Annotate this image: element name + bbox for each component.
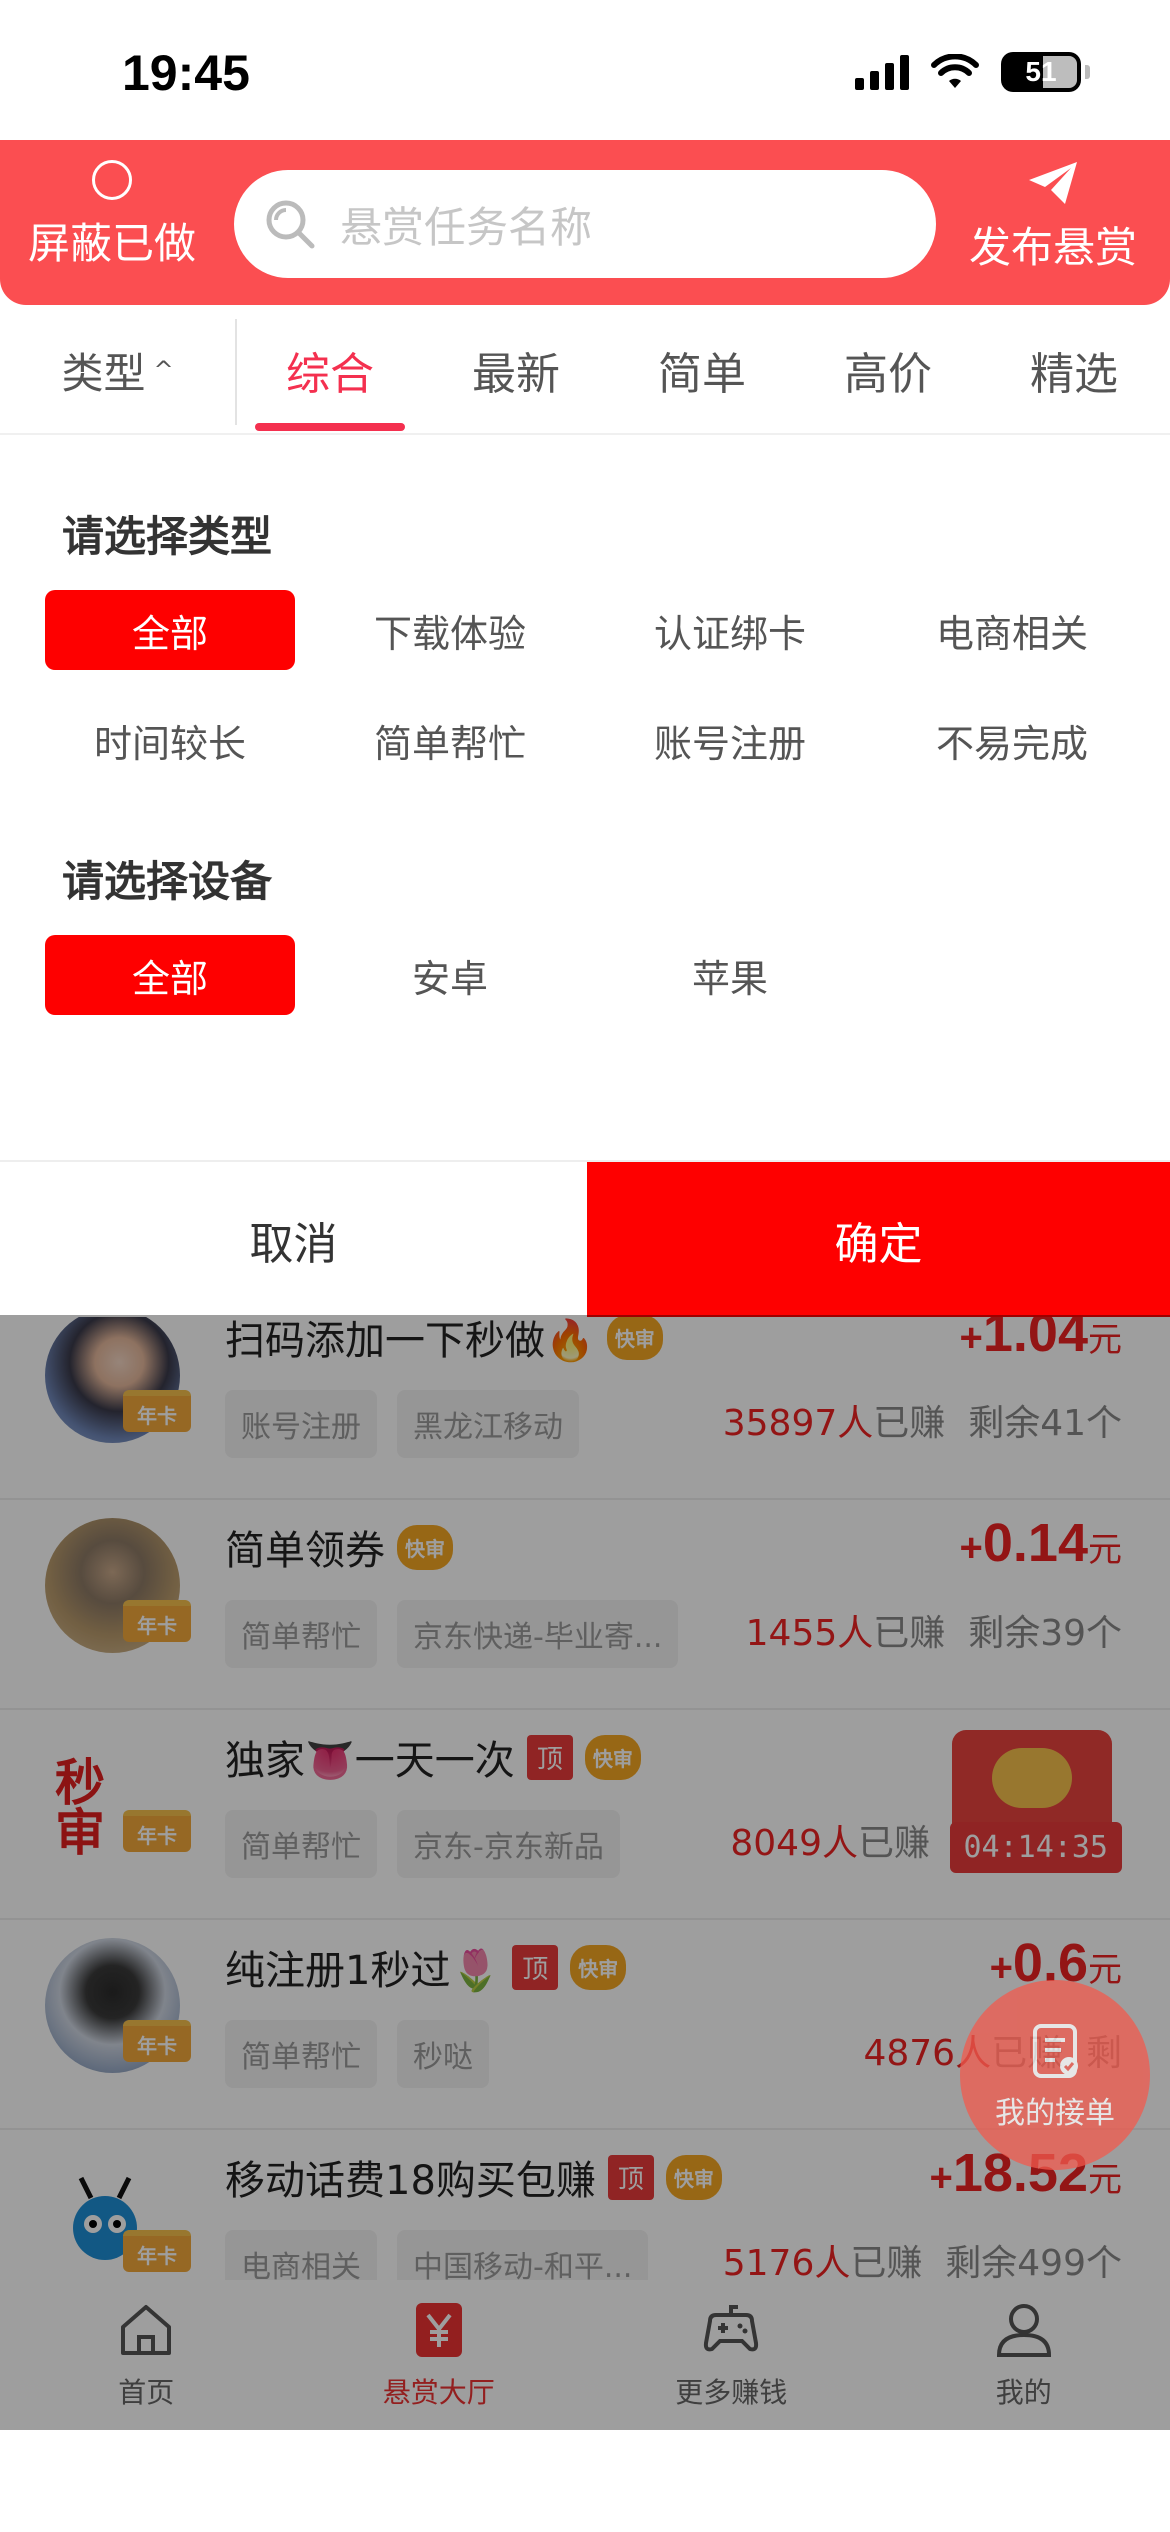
home-indicator-area — [0, 2430, 1170, 2532]
chevron-up-icon: ^ — [153, 356, 174, 384]
type-option-all[interactable]: 全部 — [45, 590, 295, 670]
status-icons: 51 — [855, 52, 1090, 92]
paper-plane-icon — [1029, 162, 1077, 204]
device-option-apple[interactable]: 苹果 — [605, 935, 855, 1015]
top-header: 屏蔽已做 悬赏任务名称 发布悬赏 — [0, 140, 1170, 305]
type-option-verify-card[interactable]: 认证绑卡 — [605, 590, 855, 670]
modal-overlay[interactable] — [0, 1315, 1170, 2430]
search-placeholder: 悬赏任务名称 — [340, 202, 593, 252]
device-option-all[interactable]: 全部 — [45, 935, 295, 1015]
type-option-long-time[interactable]: 时间较长 — [45, 700, 295, 780]
radio-circle-icon — [92, 160, 132, 200]
tab-featured[interactable]: 精选 — [999, 305, 1149, 435]
type-option-hard[interactable]: 不易完成 — [887, 700, 1137, 780]
signal-icon — [855, 54, 909, 90]
status-bar: 19:45 51 — [0, 0, 1170, 140]
battery-icon: 51 — [1001, 52, 1081, 92]
battery-level: 51 — [1025, 56, 1057, 87]
confirm-button[interactable]: 确定 — [587, 1162, 1170, 1317]
type-option-ecommerce[interactable]: 电商相关 — [887, 590, 1137, 670]
tab-comprehensive[interactable]: 综合 — [255, 305, 405, 435]
hide-done-label: 屏蔽已做 — [27, 219, 196, 268]
publish-reward-button[interactable]: 发布悬赏 — [958, 160, 1148, 285]
search-icon — [266, 200, 315, 249]
clipboard-icon — [1033, 2024, 1078, 2078]
type-filter-button[interactable]: 类型 ^ — [0, 305, 235, 435]
type-option-simple-help[interactable]: 简单帮忙 — [325, 700, 575, 780]
cancel-button[interactable]: 取消 — [0, 1162, 587, 1317]
tab-high-price[interactable]: 高价 — [813, 305, 963, 435]
active-tab-indicator — [255, 423, 405, 431]
hide-done-toggle[interactable]: 屏蔽已做 — [22, 160, 202, 285]
tab-divider — [235, 319, 237, 425]
my-orders-button[interactable]: 我的接单 — [960, 1980, 1150, 2170]
wifi-icon — [931, 54, 979, 88]
device-section-title: 请选择设备 — [62, 857, 273, 906]
my-orders-label: 我的接单 — [995, 2096, 1115, 2131]
filter-actions: 取消 确定 — [0, 1160, 1170, 1317]
type-section-title: 请选择类型 — [62, 512, 273, 561]
type-filter-label: 类型 — [61, 348, 146, 398]
sort-tabs: 类型 ^ 综合 最新 简单 高价 精选 — [0, 305, 1170, 435]
tab-latest[interactable]: 最新 — [441, 305, 591, 435]
search-input[interactable]: 悬赏任务名称 — [234, 170, 936, 278]
status-time: 19:45 — [122, 45, 250, 101]
type-option-account-register[interactable]: 账号注册 — [605, 700, 855, 780]
filter-panel: 请选择类型 全部 下载体验 认证绑卡 电商相关 时间较长 简单帮忙 账号注册 不… — [0, 435, 1170, 1160]
device-option-android[interactable]: 安卓 — [325, 935, 575, 1015]
type-option-download[interactable]: 下载体验 — [325, 590, 575, 670]
tab-simple[interactable]: 简单 — [627, 305, 777, 435]
publish-label: 发布悬赏 — [968, 223, 1137, 272]
